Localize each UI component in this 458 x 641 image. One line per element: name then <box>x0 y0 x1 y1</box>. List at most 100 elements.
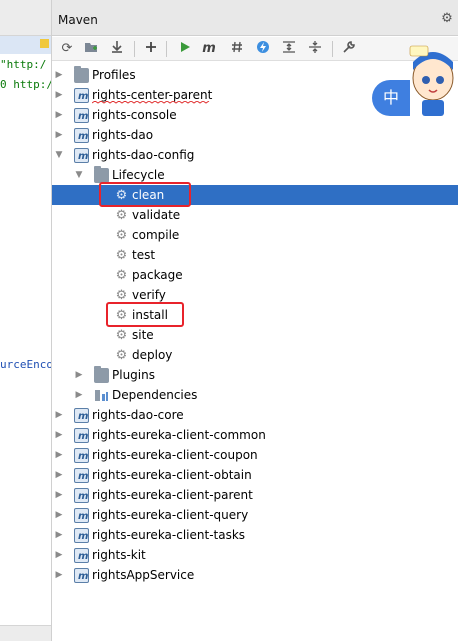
expand-arrow-icon[interactable]: ▶ <box>54 485 64 505</box>
lifecycle-phase-compile[interactable]: ⚙ compile <box>52 225 458 245</box>
maven-module-icon <box>74 547 89 567</box>
tree-node-label: Profiles <box>92 68 136 82</box>
phase-gear-icon: ⚙ <box>115 328 128 343</box>
add-folder-icon[interactable] <box>82 40 100 58</box>
tree-node-label: rights-dao <box>92 128 154 142</box>
expand-arrow-icon[interactable]: ▶ <box>54 445 64 465</box>
expand-arrow-icon[interactable]: ▶ <box>54 65 64 85</box>
maven-module-icon <box>74 107 89 127</box>
lifecycle-phase-site[interactable]: ⚙ site <box>52 325 458 345</box>
maven-module-icon <box>74 427 89 447</box>
expand-arrow-icon[interactable]: ▶ <box>54 565 64 585</box>
lifecycle-phase-deploy[interactable]: ⚙ deploy <box>52 345 458 365</box>
collapse-arrow-icon[interactable]: ▼ <box>54 145 64 165</box>
expand-arrow-icon[interactable]: ▶ <box>54 505 64 525</box>
code-line[interactable]: 0 http:/ <box>0 78 51 91</box>
bookmark-marker <box>40 39 49 48</box>
expand-arrow-icon[interactable]: ▶ <box>54 105 64 125</box>
tree-node-label: rights-eureka-client-query <box>92 508 249 522</box>
code-line[interactable]: urceEnco <box>0 358 51 371</box>
lifecycle-phase-validate[interactable]: ⚙ validate <box>52 205 458 225</box>
run-icon[interactable] <box>176 40 194 58</box>
toggle-offline-icon[interactable] <box>228 40 246 58</box>
tree-node-label: test <box>132 248 156 262</box>
tree-node-plugins[interactable]: ▶ Plugins <box>52 365 458 385</box>
tree-node-module[interactable]: ▶ rightsAppService <box>52 565 458 587</box>
tree-node-module[interactable]: ▶ rights-eureka-client-common <box>52 425 458 447</box>
input-method-badge[interactable]: 中 <box>372 80 410 116</box>
lifecycle-phase-package[interactable]: ⚙ package <box>52 265 458 285</box>
tree-node-label: Plugins <box>112 368 155 382</box>
download-icon[interactable] <box>108 40 126 58</box>
tree-node-module[interactable]: ▶ rights-eureka-client-obtain <box>52 465 458 487</box>
folder-icon <box>74 66 89 83</box>
phase-gear-icon: ⚙ <box>115 268 128 283</box>
lightning-icon[interactable] <box>254 40 272 58</box>
collapse-icon[interactable] <box>306 40 324 58</box>
tree-node-label: rights-dao-config <box>92 148 195 162</box>
expand-arrow-icon[interactable]: ▶ <box>54 405 64 425</box>
tree-node-label: rights-eureka-client-parent <box>92 488 253 502</box>
expand-arrow-icon[interactable]: ▶ <box>54 465 64 485</box>
maven-module-icon <box>74 467 89 487</box>
expand-arrow-icon[interactable]: ▶ <box>54 125 64 145</box>
phase-gear-icon: ⚙ <box>115 248 128 263</box>
maven-toolbar: ⟳ m <box>52 37 458 61</box>
code-line[interactable]: "http:/ <box>0 58 46 71</box>
panel-header: Maven ⚙ <box>52 0 458 36</box>
tree-node-label: rightsAppService <box>92 568 195 582</box>
tree-node-label: rights-eureka-client-coupon <box>92 448 258 462</box>
settings-gear-icon[interactable]: ⚙ <box>440 12 454 26</box>
toolbar-separator <box>166 41 167 57</box>
tree-node-label: rights-eureka-client-tasks <box>92 528 246 542</box>
maven-module-icon <box>74 407 89 427</box>
maven-module-icon <box>74 87 89 107</box>
reload-icon[interactable]: ⟳ <box>58 40 76 58</box>
tree-node-module[interactable]: ▶ rights-dao-core <box>52 405 458 427</box>
phase-gear-icon: ⚙ <box>115 208 128 223</box>
expand-arrow-icon[interactable]: ▶ <box>74 365 84 385</box>
expand-arrow-icon[interactable]: ▶ <box>54 545 64 565</box>
maven-module-icon <box>74 147 89 167</box>
plus-icon[interactable] <box>142 40 160 58</box>
tree-node-module[interactable]: ▶ rights-eureka-client-query <box>52 505 458 527</box>
maven-module-icon <box>74 507 89 527</box>
expand-arrow-icon[interactable]: ▶ <box>54 85 64 105</box>
tree-node-label: package <box>132 268 183 282</box>
highlight-box-install <box>106 302 184 327</box>
tree-node-label: validate <box>132 208 181 222</box>
toolbar-separator <box>332 41 333 57</box>
editor-status-bar <box>0 625 51 641</box>
phase-gear-icon: ⚙ <box>115 348 128 363</box>
m-icon[interactable]: m <box>200 40 218 58</box>
tree-node-label: rights-eureka-client-obtain <box>92 468 252 482</box>
highlight-box-clean <box>99 182 191 207</box>
tree-node-module[interactable]: ▶ rights-eureka-client-tasks <box>52 525 458 547</box>
editor-tab-bar <box>0 0 51 36</box>
folder-icon <box>94 366 109 383</box>
panel-title: Maven <box>58 13 98 27</box>
lifecycle-phase-test[interactable]: ⚙ test <box>52 245 458 265</box>
expand-arrow-icon[interactable]: ▶ <box>54 425 64 445</box>
phase-gear-icon: ⚙ <box>115 228 128 243</box>
tree-node-module[interactable]: ▶ rights-dao <box>52 125 458 147</box>
tree-node-module[interactable]: ▶ rights-kit <box>52 545 458 567</box>
dependencies-icon <box>94 388 109 403</box>
tree-node-label: rights-dao-core <box>92 408 184 422</box>
collapse-arrow-icon[interactable]: ▼ <box>74 165 84 185</box>
tree-node-module[interactable]: ▼ rights-dao-config <box>52 145 458 167</box>
tree-node-dependencies[interactable]: ▶ Dependencies <box>52 385 458 405</box>
tree-node-module[interactable]: ▶ rights-eureka-client-coupon <box>52 445 458 467</box>
expand-arrow-icon[interactable]: ▶ <box>54 525 64 545</box>
maven-module-icon <box>74 487 89 507</box>
maven-module-icon <box>74 447 89 467</box>
tree-node-module[interactable]: ▶ rights-eureka-client-parent <box>52 485 458 507</box>
expand-arrow-icon[interactable]: ▶ <box>74 385 84 405</box>
maven-module-icon <box>74 127 89 147</box>
expand-icon[interactable] <box>280 40 298 58</box>
wrench-icon[interactable] <box>340 40 358 58</box>
mascot-avatar[interactable] <box>408 38 458 122</box>
tree-node-label: deploy <box>132 348 173 362</box>
tree-node-label: Dependencies <box>112 388 198 402</box>
tree-node-label: rights-kit <box>92 548 146 562</box>
